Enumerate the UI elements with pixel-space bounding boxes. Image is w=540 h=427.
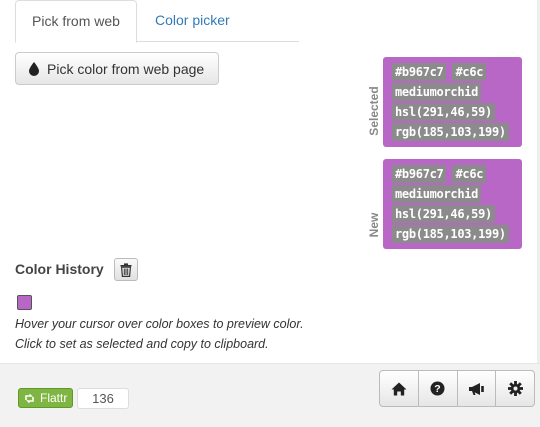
new-name[interactable]: mediumorchid (392, 185, 482, 203)
announce-button[interactable] (458, 371, 497, 406)
new-hex[interactable]: #b967c7 (392, 165, 447, 183)
megaphone-icon (468, 382, 484, 395)
flattr-icon (25, 393, 34, 403)
home-button[interactable] (380, 371, 419, 406)
color-history-title: Color History (15, 261, 104, 277)
selected-hex[interactable]: #b967c7 (392, 63, 447, 81)
home-icon (391, 382, 407, 395)
pick-color-button[interactable]: Pick color from web page (15, 52, 219, 85)
help-icon: ? (430, 381, 445, 396)
settings-button[interactable] (496, 371, 534, 406)
help-button[interactable]: ? (419, 371, 458, 406)
flattr-label: Flattr (40, 391, 68, 405)
flattr-button[interactable]: Flattr (18, 388, 73, 408)
new-short-hex[interactable]: #c6c (452, 165, 487, 183)
trash-icon (120, 262, 132, 277)
selected-label: Selected (367, 86, 381, 136)
selected-rgb[interactable]: rgb(185,103,199) (392, 123, 509, 141)
history-hint-line2: Click to set as selected and copy to cli… (15, 337, 269, 351)
new-hsl[interactable]: hsl(291,46,59) (392, 205, 495, 223)
pick-color-label: Pick color from web page (47, 60, 205, 77)
flattr-count: 136 (77, 388, 129, 409)
droplet-icon (29, 61, 39, 76)
gear-icon (507, 381, 523, 396)
tab-pick-from-web[interactable]: Pick from web (15, 0, 137, 43)
tab-bar: Pick from web Color picker (15, 0, 299, 43)
footer-toolbar: ? (379, 370, 535, 407)
selected-short-hex[interactable]: #c6c (452, 63, 487, 81)
clear-history-button[interactable] (114, 258, 138, 281)
new-label: New (367, 212, 381, 238)
svg-text:?: ? (434, 383, 440, 395)
new-rgb[interactable]: rgb(185,103,199) (392, 225, 509, 243)
new-color-card[interactable]: #b967c7 #c6c mediumorchid hsl(291,46,59)… (383, 159, 522, 249)
selected-hsl[interactable]: hsl(291,46,59) (392, 103, 495, 121)
tab-color-picker[interactable]: Color picker (140, 0, 245, 42)
selected-name[interactable]: mediumorchid (392, 83, 482, 101)
selected-color-card[interactable]: #b967c7 #c6c mediumorchid hsl(291,46,59)… (383, 57, 522, 147)
history-hint-line1: Hover your cursor over color boxes to pr… (15, 317, 304, 331)
history-swatch[interactable] (17, 295, 32, 310)
